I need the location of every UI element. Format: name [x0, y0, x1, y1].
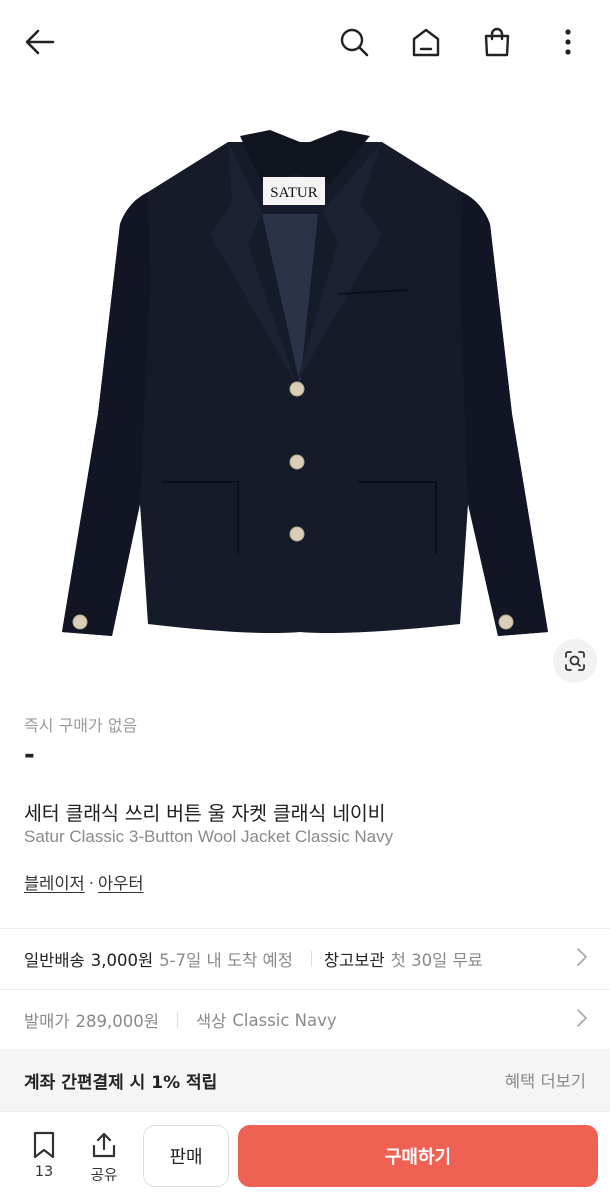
- color-value: Classic Navy: [232, 1010, 337, 1030]
- release-info-row[interactable]: 발매가 289,000원 색상 Classic Navy: [0, 990, 610, 1050]
- bookmark-button[interactable]: 13: [24, 1130, 64, 1180]
- payment-benefit-banner[interactable]: 계좌 간편결제 시 1% 적립 혜택 더보기: [0, 1049, 610, 1111]
- search-icon[interactable]: [336, 24, 372, 60]
- chevron-right-icon: [576, 947, 588, 971]
- shipping-fee: 3,000원: [90, 951, 154, 970]
- row-separator: [176, 1012, 178, 1028]
- shipping-eta: 5-7일 내 도착 예정: [159, 951, 293, 970]
- top-bar: [0, 0, 610, 84]
- sell-button[interactable]: 판매: [143, 1125, 229, 1187]
- benefit-title: 계좌 간편결제 시 1% 적립: [24, 1072, 218, 1093]
- buy-button[interactable]: 구매하기: [238, 1125, 598, 1187]
- release-price-label: 발매가: [24, 1012, 70, 1031]
- share-icon: [92, 1132, 116, 1158]
- bookmark-icon: [33, 1131, 55, 1159]
- category-separator: ·: [88, 874, 94, 893]
- category-link-blazer[interactable]: 블레이저: [24, 874, 85, 893]
- benefit-more-link[interactable]: 혜택 더보기: [505, 1068, 586, 1092]
- image-search-button[interactable]: [553, 639, 597, 683]
- row-separator: [310, 951, 312, 967]
- more-vertical-icon[interactable]: [550, 24, 586, 60]
- product-name-english: Satur Classic 3-Button Wool Jacket Class…: [24, 827, 394, 846]
- storage-label: 창고보관: [323, 951, 385, 970]
- home-icon[interactable]: [408, 24, 444, 60]
- shipping-row[interactable]: 일반배송 3,000원 5-7일 내 도착 예정 창고보관 첫 30일 무료: [0, 929, 610, 989]
- chevron-right-icon: [576, 1008, 588, 1032]
- jacket-illustration: SATUR: [62, 130, 548, 636]
- shipping-label: 일반배송: [24, 951, 85, 970]
- instant-price: -: [24, 740, 35, 770]
- color-label: 색상: [195, 1012, 227, 1031]
- svg-text:SATUR: SATUR: [270, 185, 318, 201]
- shopping-bag-icon[interactable]: [479, 24, 515, 60]
- back-arrow-icon[interactable]: [22, 24, 58, 60]
- release-price-value: 289,000원: [75, 1012, 159, 1031]
- bottom-action-bar: 13 공유 판매 구매하기: [0, 1111, 610, 1200]
- product-image[interactable]: SATUR: [0, 84, 610, 700]
- category-link-outer[interactable]: 아우터: [98, 874, 144, 893]
- product-name-korean: 세터 클래식 쓰리 버튼 울 자켓 클래식 네이비: [24, 802, 386, 825]
- category-links: 블레이저 · 아우터: [24, 870, 144, 894]
- share-button[interactable]: 공유: [84, 1130, 124, 1185]
- share-label: 공유: [90, 1168, 118, 1184]
- bookmark-count: 13: [34, 1164, 54, 1180]
- instant-price-status: 즉시 구매가 없음: [24, 716, 138, 735]
- lens-scan-icon: [565, 651, 585, 671]
- storage-note: 첫 30일 무료: [390, 951, 483, 970]
